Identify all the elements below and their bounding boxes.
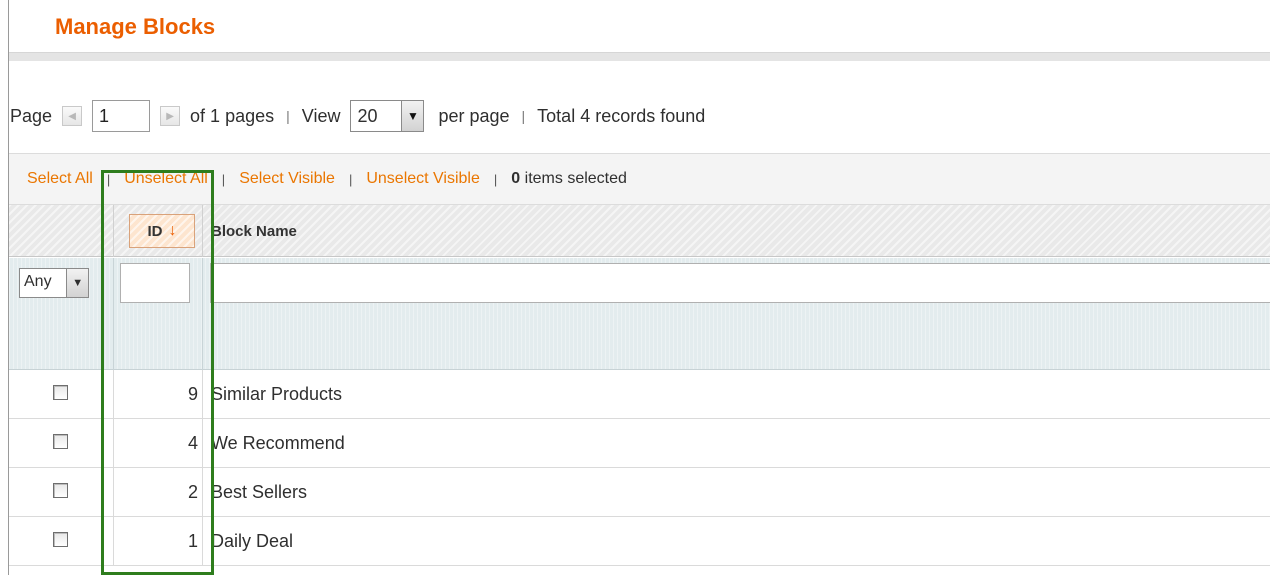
row-block-name: Daily Deal	[211, 531, 294, 551]
selected-suffix: items selected	[524, 170, 627, 187]
column-divider	[202, 468, 203, 517]
block-name-filter-input[interactable]	[210, 263, 1270, 303]
separator: |	[521, 108, 526, 124]
selected-count: 0	[511, 170, 521, 187]
unselect-all-link[interactable]: Unselect All	[124, 170, 208, 188]
row-id: 4	[187, 433, 198, 453]
row-block-name: Best Sellers	[211, 482, 308, 502]
row-block-name: Similar Products	[211, 384, 343, 404]
row-id: 1	[187, 531, 198, 551]
selected-count-text: 0 items selected	[511, 170, 627, 188]
row-id: 2	[187, 482, 198, 502]
row-checkbox[interactable]	[53, 385, 68, 400]
unselect-visible-link[interactable]: Unselect Visible	[366, 170, 480, 188]
separator: |	[493, 171, 498, 187]
table-row[interactable]: 2 Best Sellers	[9, 468, 1270, 517]
row-block-name: We Recommend	[211, 433, 345, 453]
separator: |	[221, 171, 226, 187]
column-divider	[202, 205, 203, 257]
column-divider	[113, 468, 114, 517]
column-divider	[113, 205, 114, 257]
block-name-column-label: Block Name	[211, 222, 297, 240]
column-divider	[202, 419, 203, 468]
select-all-link[interactable]: Select All	[27, 170, 93, 188]
filter-row: Any ▼	[9, 258, 1270, 370]
grid-body: 9 Similar Products 4 We Recommend 2 Best…	[9, 370, 1270, 566]
column-divider	[202, 517, 203, 566]
per-page-select[interactable]: 20 ▼	[350, 100, 425, 132]
per-page-label: per page	[438, 105, 510, 126]
page-number-input[interactable]	[92, 100, 151, 132]
row-checkbox[interactable]	[53, 434, 68, 449]
table-row[interactable]: 1 Daily Deal	[9, 517, 1270, 566]
row-id: 9	[187, 384, 198, 404]
column-divider	[113, 517, 114, 566]
view-label: View	[301, 105, 341, 126]
title-divider	[9, 52, 1270, 61]
select-visible-link[interactable]: Select Visible	[239, 170, 335, 188]
block-name-column-header[interactable]: Block Name	[210, 205, 297, 257]
separator: |	[106, 171, 111, 187]
next-page-icon[interactable]: ▶	[160, 106, 181, 126]
massaction-filter-value: Any	[24, 273, 52, 290]
row-checkbox[interactable]	[53, 483, 68, 498]
id-sort-button[interactable]: ID ↓	[129, 214, 195, 248]
chevron-down-icon[interactable]: ▼	[401, 101, 424, 131]
sort-descending-icon: ↓	[168, 222, 177, 239]
table-row[interactable]: 4 We Recommend	[9, 419, 1270, 468]
id-filter-input[interactable]	[120, 263, 190, 303]
page-count-text: of 1 pages	[190, 105, 275, 126]
massaction-bar: Select All | Unselect All | Select Visib…	[9, 153, 1270, 205]
column-divider	[202, 370, 203, 419]
id-column-label: ID	[147, 222, 163, 240]
page-label: Page	[10, 105, 53, 126]
page-title: Manage Blocks	[55, 14, 216, 39]
column-divider	[113, 370, 114, 419]
column-divider	[202, 258, 203, 370]
column-divider	[113, 419, 114, 468]
per-page-value: 20	[357, 106, 378, 126]
table-row[interactable]: 9 Similar Products	[9, 370, 1270, 419]
separator: |	[348, 171, 353, 187]
id-column-header[interactable]: ID ↓	[122, 205, 202, 257]
row-checkbox[interactable]	[53, 532, 68, 547]
total-records-text: Total 4 records found	[537, 105, 706, 126]
previous-page-icon[interactable]: ◀	[62, 106, 83, 126]
separator: |	[286, 108, 290, 124]
column-divider	[113, 258, 114, 370]
chevron-down-icon[interactable]: ▼	[66, 269, 88, 297]
pager: Page ◀ ▶ of 1 pages | View 20 ▼ per page…	[10, 96, 705, 136]
grid-header: ID ↓ Block Name	[9, 205, 1270, 257]
massaction-filter-select[interactable]: Any ▼	[19, 268, 89, 298]
